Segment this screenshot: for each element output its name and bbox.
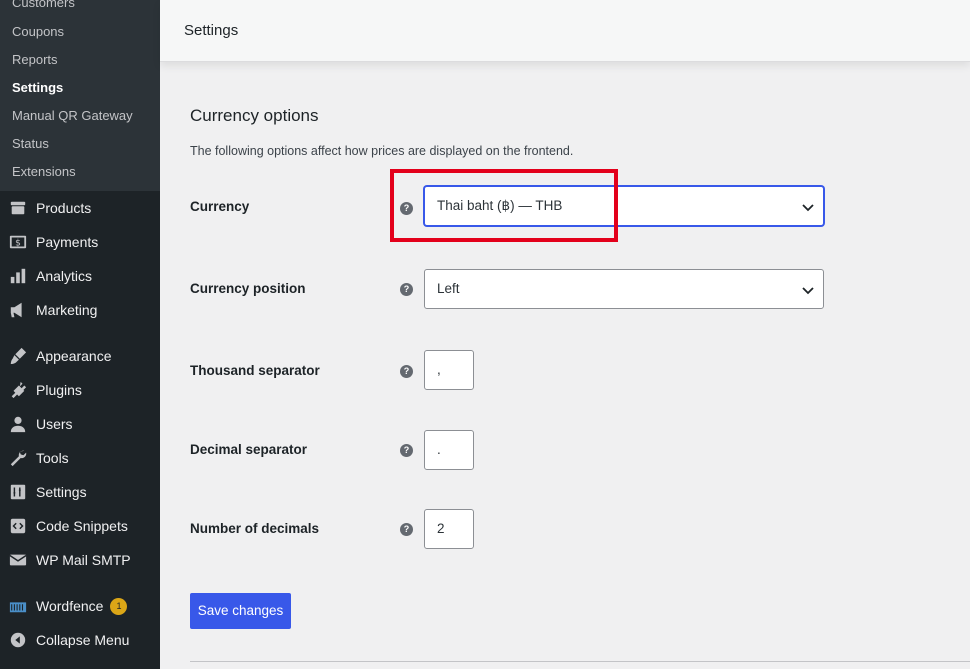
annotation-highlight-box: [390, 169, 618, 242]
menu-item-label: Products: [36, 200, 92, 216]
menu-item-code-snippets[interactable]: Code Snippets: [0, 509, 160, 543]
analytics-icon: [8, 266, 28, 286]
products-icon: [8, 198, 28, 218]
help-icon[interactable]: ?: [400, 283, 413, 296]
wordfence-icon: [8, 596, 28, 616]
menu-item-label: Code Snippets: [36, 518, 128, 534]
menu-item-label: Payments: [36, 234, 99, 250]
decimal-separator-input[interactable]: .: [424, 430, 474, 470]
collapse-icon: [8, 630, 28, 650]
menu-item-label: Analytics: [36, 268, 93, 284]
currency-position-label: Currency position: [190, 281, 306, 296]
submenu-item-manual-qr-gateway[interactable]: Manual QR Gateway: [0, 102, 160, 130]
number-of-decimals-input[interactable]: 2: [424, 509, 474, 549]
currency-position-select-value: Left: [437, 281, 460, 296]
settings-content: Currency options The following options a…: [190, 62, 970, 669]
menu-item-label: Plugins: [36, 382, 82, 398]
collapse-menu-button[interactable]: Collapse Menu: [0, 623, 160, 657]
submenu-item-coupons[interactable]: Coupons: [0, 18, 160, 46]
currency-label: Currency: [190, 199, 250, 214]
menu-item-wordfence[interactable]: Wordfence 1: [0, 589, 160, 623]
tools-icon: [8, 448, 28, 468]
thousand-separator-label: Thousand separator: [190, 363, 320, 378]
thousand-separator-input[interactable]: ,: [424, 350, 474, 390]
plugins-icon: [8, 380, 28, 400]
menu-item-label: Appearance: [36, 348, 112, 364]
decimal-separator-label: Decimal separator: [190, 442, 308, 457]
help-icon[interactable]: ?: [400, 444, 413, 457]
menu-item-wp-mail-smtp[interactable]: WP Mail SMTP: [0, 543, 160, 577]
menu-item-products[interactable]: Products: [0, 191, 160, 225]
chevron-down-icon: [802, 204, 814, 212]
mail-icon: [8, 550, 28, 570]
chevron-down-icon: [802, 287, 814, 295]
menu-item-label: Settings: [36, 484, 87, 500]
menu-item-settings[interactable]: Settings: [0, 475, 160, 509]
menu-item-label: Collapse Menu: [36, 632, 130, 648]
help-icon[interactable]: ?: [400, 523, 413, 536]
section-title: Currency options: [190, 106, 319, 125]
submenu-item-settings[interactable]: Settings: [0, 74, 160, 102]
divider: [190, 661, 970, 662]
submenu-item-reports[interactable]: Reports: [0, 46, 160, 74]
users-icon: [8, 414, 28, 434]
submenu-item-extensions[interactable]: Extensions: [0, 158, 160, 186]
submenu-item-customers[interactable]: Customers: [0, 0, 160, 18]
payments-icon: $: [8, 232, 28, 252]
currency-position-select[interactable]: Left: [424, 269, 824, 309]
help-icon[interactable]: ?: [400, 365, 413, 378]
menu-item-tools[interactable]: Tools: [0, 441, 160, 475]
section-description: The following options affect how prices …: [190, 144, 574, 158]
menu-item-users[interactable]: Users: [0, 407, 160, 441]
svg-text:$: $: [15, 239, 21, 249]
page-title: Settings: [184, 22, 239, 39]
menu-item-label: Users: [36, 416, 73, 432]
menu-item-plugins[interactable]: Plugins: [0, 373, 160, 407]
number-of-decimals-label: Number of decimals: [190, 521, 320, 536]
notification-badge: 1: [110, 597, 128, 615]
admin-menu: Products $ Payments Analytics Marketing …: [0, 191, 160, 657]
menu-item-label: WP Mail SMTP: [36, 552, 131, 568]
menu-item-marketing[interactable]: Marketing: [0, 293, 160, 327]
settings-icon: [8, 482, 28, 502]
woocommerce-submenu: Customers Coupons Reports Settings Manua…: [0, 0, 160, 191]
admin-sidebar: Customers Coupons Reports Settings Manua…: [0, 0, 160, 669]
appearance-icon: [8, 346, 28, 366]
menu-item-label: Wordfence: [36, 598, 104, 614]
menu-item-payments[interactable]: $ Payments: [0, 225, 160, 259]
menu-item-label: Marketing: [36, 302, 98, 318]
save-changes-button[interactable]: Save changes: [190, 593, 291, 629]
code-snippets-icon: [8, 516, 28, 536]
marketing-icon: [8, 300, 28, 320]
menu-item-appearance[interactable]: Appearance: [0, 339, 160, 373]
page-header: Settings: [160, 0, 970, 62]
menu-item-label: Tools: [36, 450, 69, 466]
submenu-item-status[interactable]: Status: [0, 130, 160, 158]
menu-item-analytics[interactable]: Analytics: [0, 259, 160, 293]
